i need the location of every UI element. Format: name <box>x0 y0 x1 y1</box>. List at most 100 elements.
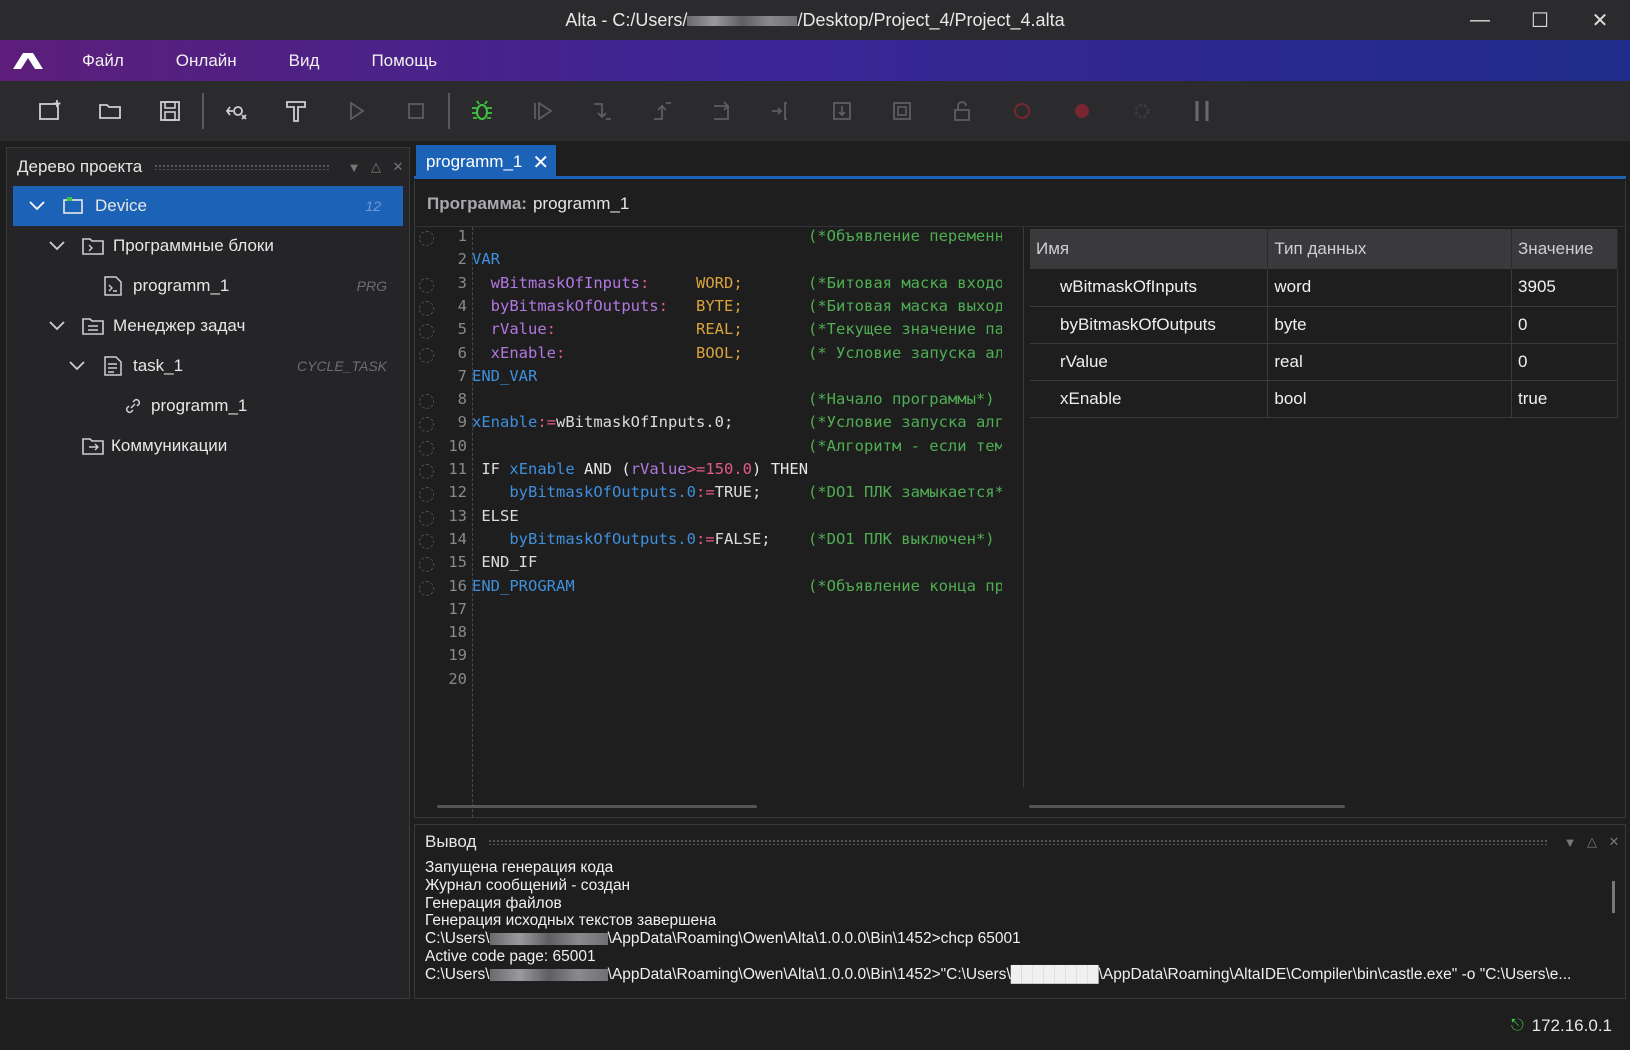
var-value[interactable]: true <box>1511 380 1618 418</box>
build-icon[interactable] <box>206 89 266 133</box>
save-icon[interactable] <box>140 89 200 133</box>
table-row[interactable]: byBitmaskOfOutputs byte 0 <box>1030 306 1618 344</box>
tab-programm-1[interactable]: programm_1 ✕ <box>416 145 556 179</box>
run-icon[interactable] <box>326 89 386 133</box>
dropdown-icon[interactable]: ▼ <box>1559 835 1581 850</box>
watch-hscrollbar[interactable] <box>1029 805 1345 808</box>
tree-item-programm-1[interactable]: programm_1 PRG <box>7 266 409 306</box>
code-line[interactable]: 5 rValue: REAL; (*Текущее значение парам… <box>415 320 1015 343</box>
menu-file[interactable]: Файл <box>56 40 150 81</box>
var-name: byBitmaskOfOutputs <box>1030 306 1269 344</box>
breakpoint-slot[interactable] <box>419 231 434 246</box>
run-to-cursor-icon[interactable] <box>752 89 812 133</box>
code-line[interactable]: 12 byBitmaskOfOutputs.0:=TRUE; (*DO1 ПЛК… <box>415 483 1015 506</box>
breakpoint-slot[interactable] <box>419 300 434 316</box>
chevron-down-icon[interactable] <box>47 236 67 256</box>
breakpoint-slot[interactable] <box>419 510 434 526</box>
table-row[interactable]: rValue real 0 <box>1030 343 1618 381</box>
tree-item-task-manager[interactable]: Менеджер задач <box>7 306 409 346</box>
code-line[interactable]: 19 <box>415 646 1015 669</box>
code-line[interactable]: 13 ELSE <box>415 507 1015 530</box>
breakpoint-slot[interactable] <box>419 464 434 479</box>
chevron-down-icon[interactable] <box>47 316 67 336</box>
breakpoint-slot[interactable] <box>419 277 434 293</box>
step-out-icon[interactable] <box>632 89 692 133</box>
tree-item-programm-1-link[interactable]: programm_1 <box>7 386 409 426</box>
code-line[interactable]: 17 <box>415 600 1015 623</box>
code-area[interactable]: 1 (*Объявление переменных*)2VAR3 wBitmas… <box>415 227 1015 817</box>
close-tab-icon[interactable]: ✕ <box>532 150 549 175</box>
var-value[interactable]: 0 <box>1511 306 1618 344</box>
breakpoint-slot[interactable] <box>419 394 434 410</box>
code-line[interactable]: 8 (*Начало программы*) <box>415 390 1015 413</box>
breakpoint-slot[interactable] <box>419 580 434 596</box>
code-line[interactable]: 3 wBitmaskOfInputs: WORD; (*Битовая маск… <box>415 274 1015 297</box>
breakpoint-slot[interactable] <box>419 533 434 549</box>
table-row[interactable]: xEnable bool true <box>1030 380 1618 418</box>
code-line[interactable]: 1 (*Объявление переменных*) <box>415 227 1015 250</box>
code-line[interactable]: 18 <box>415 623 1015 646</box>
code-line[interactable]: 16END_PROGRAM (*Объявление конца програм… <box>415 577 1015 600</box>
close-window-button[interactable]: ✕ <box>1570 0 1630 40</box>
minimize-button[interactable]: — <box>1450 0 1510 40</box>
chevron-down-icon[interactable] <box>67 356 87 376</box>
code-line[interactable]: 9 xEnable:=wBitmaskOfInputs.0; (*Условие … <box>415 413 1015 436</box>
table-row[interactable]: wBitmaskOfInputs word 3905 <box>1030 269 1618 307</box>
format-icon[interactable] <box>266 89 326 133</box>
var-value[interactable]: 0 <box>1511 343 1618 381</box>
code-line[interactable]: 2 VAR <box>415 250 1015 273</box>
col-header-value[interactable]: Значение <box>1511 229 1618 269</box>
breakpoint-slot[interactable] <box>419 557 434 573</box>
close-icon[interactable]: ✕ <box>387 159 409 175</box>
code-line[interactable]: 14 byBitmaskOfOutputs.0:=FALSE; (*DO1 ПЛ… <box>415 530 1015 553</box>
watch-table: Имя Тип данных Значение wBitmaskOfInputs… <box>1030 229 1618 418</box>
breakpoint-active-icon[interactable] <box>1052 89 1112 133</box>
step-icon[interactable] <box>512 89 572 133</box>
close-icon[interactable]: ✕ <box>1603 834 1625 850</box>
breakpoint-slot[interactable] <box>419 417 434 433</box>
menu-view[interactable]: Вид <box>263 40 346 81</box>
tree-item-device[interactable]: Device 12 <box>13 186 403 226</box>
breakpoint-icon[interactable] <box>992 89 1052 133</box>
col-header-name[interactable]: Имя <box>1030 229 1269 269</box>
breakpoint-slot[interactable] <box>419 440 434 456</box>
status-bar: ⎋ 172.16.0.1 <box>0 1002 1630 1050</box>
pin-icon[interactable]: △ <box>365 159 387 175</box>
open-folder-icon[interactable] <box>80 89 140 133</box>
code-line[interactable]: 20 <box>415 670 1015 693</box>
code-line[interactable]: 7 END_VAR <box>415 367 1015 390</box>
code-line[interactable]: 6 xEnable: BOOL; (* Условие запуска алго… <box>415 344 1015 367</box>
debug-icon[interactable] <box>452 89 512 133</box>
code-line[interactable]: 4 byBitmaskOfOutputs: BYTE; (*Битовая ма… <box>415 297 1015 320</box>
maximize-button[interactable]: ☐ <box>1510 0 1570 40</box>
tree-item-task-1[interactable]: task_1 CYCLE_TASK <box>7 346 409 386</box>
var-value[interactable]: 3905 <box>1511 269 1618 307</box>
breakpoint-slot[interactable] <box>419 487 434 503</box>
upload-icon[interactable] <box>872 89 932 133</box>
tree-item-communications[interactable]: Коммуникации <box>7 426 409 466</box>
download-icon[interactable] <box>812 89 872 133</box>
pause-icon[interactable] <box>1172 89 1232 133</box>
breakpoint-slot[interactable] <box>419 347 434 363</box>
code-line[interactable]: 11 IF xEnable AND (rValue>=150.0) THEN <box>415 460 1015 483</box>
gear-icon[interactable] <box>1112 89 1172 133</box>
line-number: 16 <box>448 576 467 595</box>
menu-help[interactable]: Помощь <box>345 40 463 81</box>
step-over-icon[interactable] <box>692 89 752 133</box>
tree-item-program-blocks[interactable]: Программные блоки <box>7 226 409 266</box>
output-log[interactable]: Запущена генерация кода Журнал сообщений… <box>415 859 1625 984</box>
code-line[interactable]: 10 (*Алгоритм - если температура*) <box>415 437 1015 460</box>
unlock-icon[interactable] <box>932 89 992 133</box>
chevron-down-icon[interactable] <box>27 196 47 216</box>
new-project-icon[interactable] <box>20 89 80 133</box>
code-line[interactable]: 15 END_IF <box>415 553 1015 576</box>
pin-icon[interactable]: △ <box>1581 834 1603 850</box>
breakpoint-slot[interactable] <box>419 324 434 340</box>
output-vscrollbar[interactable] <box>1612 881 1615 913</box>
dropdown-icon[interactable]: ▼ <box>343 160 365 175</box>
menu-online[interactable]: Онлайн <box>150 40 263 81</box>
step-into-icon[interactable] <box>572 89 632 133</box>
col-header-type[interactable]: Тип данных <box>1267 229 1513 269</box>
code-hscrollbar[interactable] <box>437 805 757 808</box>
stop-icon[interactable] <box>386 89 446 133</box>
